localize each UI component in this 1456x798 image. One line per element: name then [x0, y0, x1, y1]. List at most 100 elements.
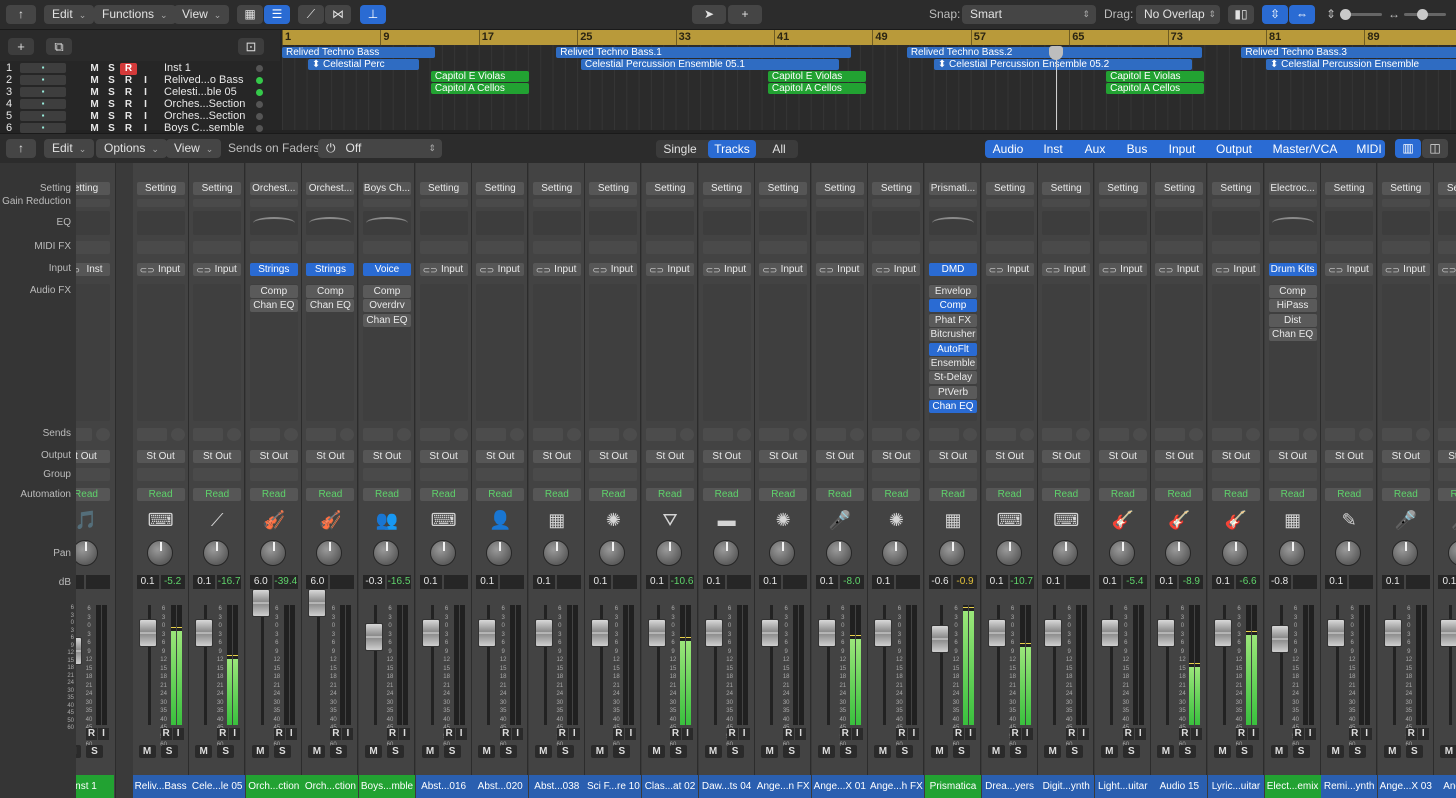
input-slot[interactable]: ⊂⊃Input	[419, 263, 468, 276]
input-slot[interactable]: Voice	[363, 263, 411, 276]
send-slot[interactable]	[1381, 428, 1430, 441]
volume-fader[interactable]	[1214, 619, 1232, 647]
input-monitor-button[interactable]: I	[455, 728, 467, 740]
automation-mode[interactable]: Read	[1042, 488, 1091, 501]
mixer-view-menu[interactable]: View ⌄	[166, 139, 222, 158]
volume-fader[interactable]	[1044, 619, 1063, 647]
output-slot[interactable]: St Out	[193, 450, 242, 463]
send-level-knob[interactable]	[340, 428, 355, 441]
mute-button[interactable]: M	[308, 745, 326, 758]
pan-knob[interactable]	[316, 540, 343, 566]
region[interactable]: ⬍ Celestial Perc	[307, 59, 419, 70]
group-slot[interactable]	[702, 468, 751, 481]
send-slot[interactable]	[363, 428, 411, 441]
group-slot[interactable]	[646, 468, 694, 481]
filter-single[interactable]: Single	[656, 140, 704, 158]
track-header[interactable]: 1 ▪ M S R Inst 1	[0, 62, 280, 75]
solo-button[interactable]: S	[500, 745, 518, 758]
midi-fx-slot[interactable]	[589, 241, 638, 254]
midi-fx-slot[interactable]	[759, 241, 808, 254]
audio-fx-area[interactable]	[872, 284, 921, 421]
channel-name[interactable]: nst 1	[76, 775, 114, 798]
send-level-knob[interactable]	[1359, 428, 1374, 441]
audio-fx-plugin[interactable]: Ensemble	[929, 357, 977, 370]
volume-fader[interactable]	[195, 619, 214, 647]
mute-button[interactable]: M	[421, 745, 439, 758]
send-slot-label[interactable]	[929, 428, 959, 441]
channel-name[interactable]: Clas...at 02	[642, 775, 698, 798]
pan-knob[interactable]	[76, 540, 98, 566]
input-monitor-button[interactable]: I	[1304, 728, 1316, 740]
setting-button[interactable]: Setting	[1098, 182, 1147, 195]
eq-display[interactable]	[1268, 211, 1317, 235]
pan-knob[interactable]	[1052, 540, 1079, 566]
audio-fx-area[interactable]	[589, 284, 638, 421]
midi-fx-slot[interactable]	[306, 241, 355, 254]
midi-fx-slot[interactable]	[476, 241, 525, 254]
output-slot[interactable]: St Out	[646, 450, 694, 463]
pan-knob[interactable]	[1278, 540, 1305, 566]
catch-button[interactable]: ⊥	[360, 5, 386, 24]
send-slot[interactable]	[759, 428, 808, 441]
solo-button[interactable]: S	[387, 745, 404, 758]
output-slot[interactable]: St Out	[1381, 450, 1430, 463]
output-slot[interactable]: St Out	[1212, 450, 1260, 463]
audio-fx-plugin[interactable]: AutoFlt	[929, 342, 977, 356]
send-slot[interactable]	[985, 428, 1034, 441]
audio-fx-plugin[interactable]: Envelop	[929, 285, 977, 298]
eq-display[interactable]	[1438, 211, 1456, 235]
midi-fx-slot[interactable]	[646, 241, 694, 254]
output-slot[interactable]: St Out	[872, 450, 921, 463]
vertical-zoom-button[interactable]: ⇳	[1262, 5, 1288, 24]
setting-button[interactable]: Setting	[532, 182, 581, 195]
setting-button[interactable]: Setting	[702, 182, 751, 195]
input-monitor-button[interactable]: I	[1361, 728, 1373, 740]
mute-button[interactable]: M	[195, 745, 213, 758]
setting-button[interactable]: Setting	[759, 182, 808, 195]
up-arrow-button[interactable]: ↑	[6, 139, 36, 158]
send-level-knob[interactable]	[283, 428, 298, 441]
eq-display[interactable]	[646, 211, 694, 235]
group-slot[interactable]	[193, 468, 242, 481]
midi-fx-slot[interactable]	[193, 241, 242, 254]
send-level-knob[interactable]	[1415, 428, 1430, 441]
audio-fx-area[interactable]	[532, 284, 581, 421]
send-slot[interactable]	[532, 428, 581, 441]
eq-display[interactable]	[1381, 211, 1430, 235]
group-slot[interactable]	[1268, 468, 1317, 481]
record-button[interactable]: R	[160, 728, 172, 740]
region-area[interactable]: Relived Techno Bass Relived Techno Bass.1…	[282, 45, 1456, 130]
send-level-knob[interactable]	[1246, 428, 1260, 441]
record-button[interactable]: R	[670, 728, 681, 740]
send-slot[interactable]	[193, 428, 242, 441]
region[interactable]: Capitol A Cellos	[767, 83, 867, 94]
horizontal-zoom-slider[interactable]	[1404, 9, 1446, 20]
midi-fx-slot[interactable]	[1098, 241, 1147, 254]
channel-name[interactable]: Drea...yers	[981, 775, 1038, 798]
channel-name[interactable]: Sci F...re 10	[585, 775, 642, 798]
record-button[interactable]: R	[783, 728, 795, 740]
mute-button[interactable]: M	[1044, 745, 1062, 758]
channel-name[interactable]: Orch...ction	[302, 775, 359, 798]
send-level-knob[interactable]	[1019, 428, 1034, 441]
automation-mode[interactable]: Read	[1212, 488, 1260, 501]
send-slot-label[interactable]	[476, 428, 507, 441]
midi-fx-slot[interactable]	[929, 241, 977, 254]
send-slot-label[interactable]	[193, 428, 224, 441]
output-slot[interactable]: St Out	[249, 450, 298, 463]
solo-button[interactable]: S	[1349, 745, 1367, 758]
channel-name[interactable]: Remi...ynth	[1321, 775, 1378, 798]
send-slot[interactable]	[872, 428, 921, 441]
region[interactable]: Relived Techno Bass.3	[1241, 47, 1456, 58]
midi-fx-slot[interactable]	[136, 241, 185, 254]
region[interactable]: Celestial Percussion Ensemble 05.1	[580, 59, 840, 70]
send-slot-label[interactable]	[646, 428, 676, 441]
input-monitor-button[interactable]: I	[342, 728, 354, 740]
audio-fx-area[interactable]	[815, 284, 864, 421]
channel-name[interactable]: Prismatica	[925, 775, 981, 798]
setting-button[interactable]: Orchest...	[249, 182, 298, 195]
eq-display[interactable]	[1212, 211, 1260, 235]
send-slot-label[interactable]	[1155, 428, 1186, 441]
output-slot[interactable]: St Out	[419, 450, 468, 463]
automation-mode[interactable]: Read	[985, 488, 1034, 501]
